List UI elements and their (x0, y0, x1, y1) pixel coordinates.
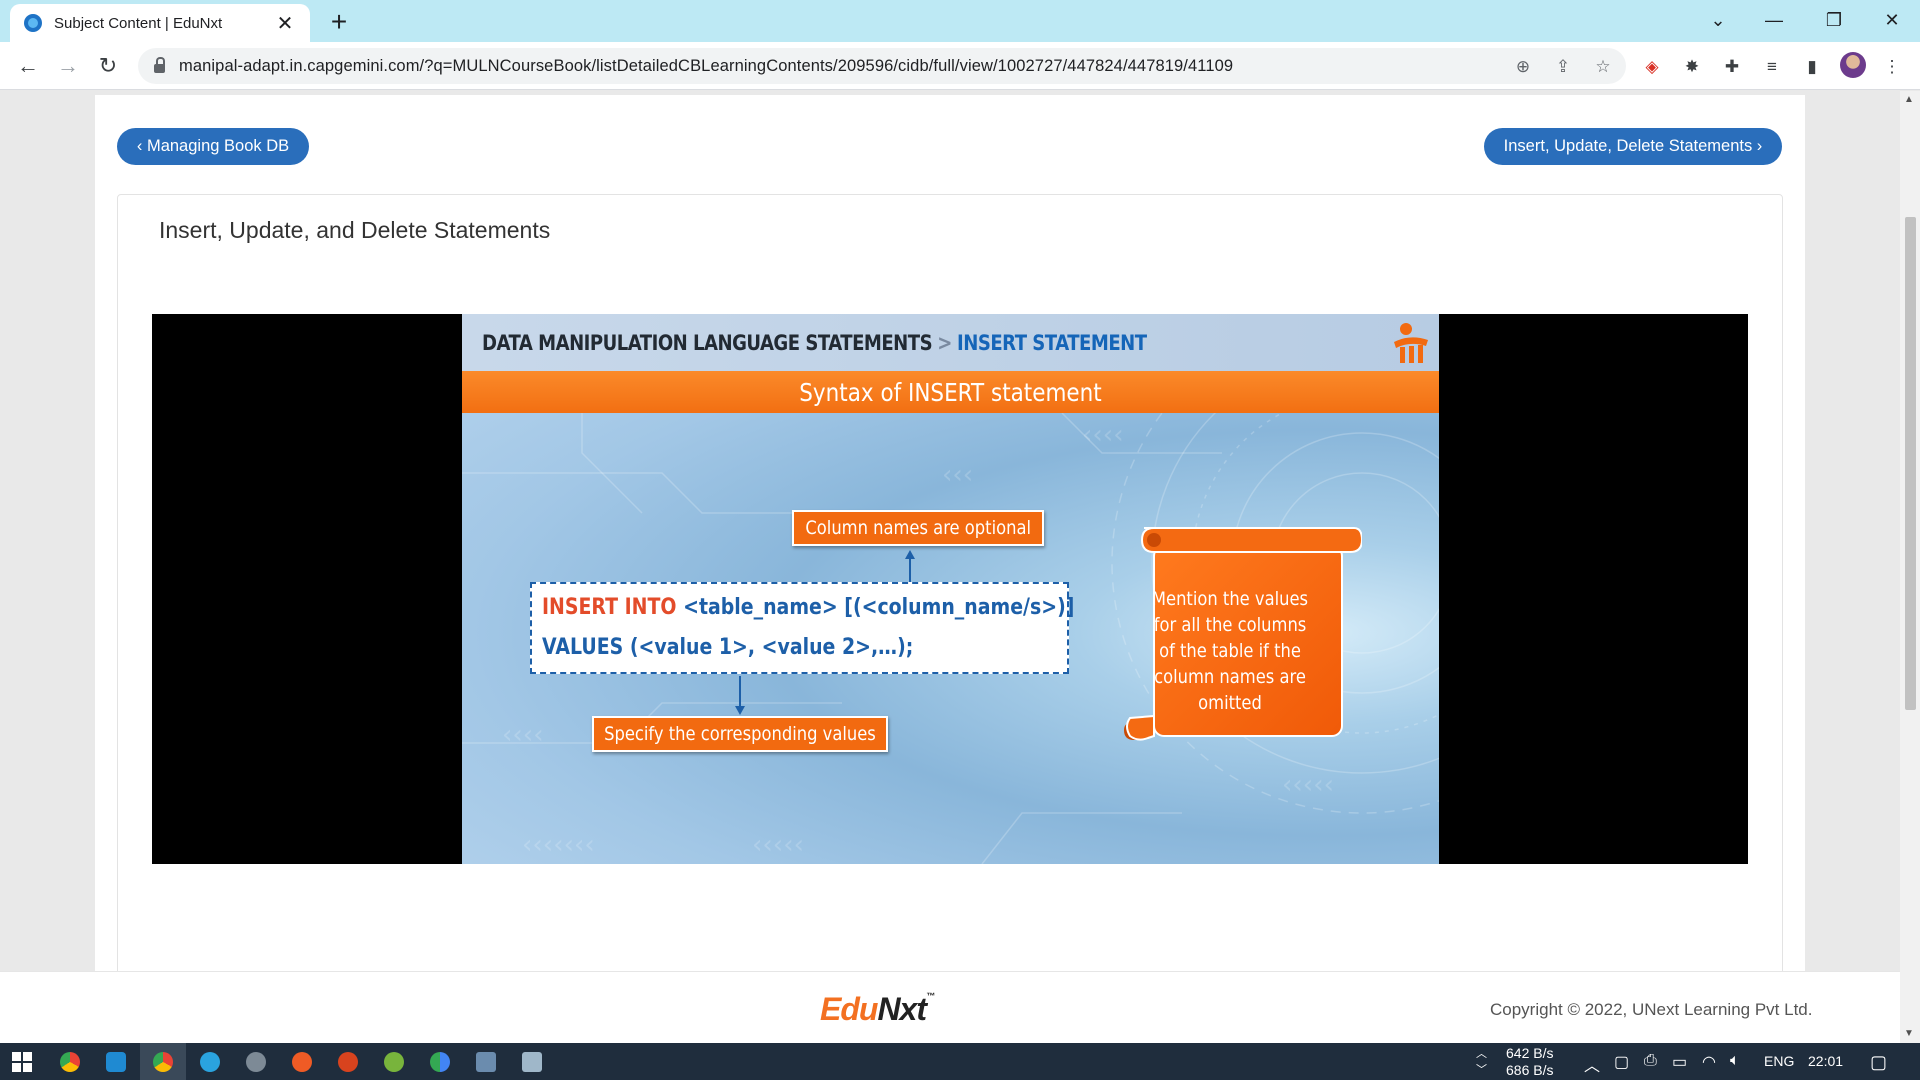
callout-column-names-optional: Column names are optional (792, 510, 1044, 546)
edunxt-favicon-icon (24, 14, 42, 32)
tab-strip: Subject Content | EduNxt ✕ + ⌄ — ❐ ✕ (0, 0, 1920, 42)
pocket-extension-icon[interactable]: ◈ (1640, 55, 1664, 79)
notifications-icon[interactable]: ▢ (1870, 1052, 1887, 1073)
scroll-note-text: Mention the values for all the columns o… (1151, 588, 1309, 714)
svg-text:‹‹‹‹: ‹‹‹‹ (1082, 420, 1124, 450)
wifi-icon[interactable]: ◠ (1702, 1052, 1716, 1072)
scroll-down-arrow-icon[interactable]: ▼ (1904, 1028, 1914, 1039)
syntax-box: INSERT INTO <table_name> [(<column_name/… (530, 582, 1074, 674)
svg-text:‹‹‹‹‹: ‹‹‹‹‹ (752, 830, 804, 860)
svg-text:‹‹‹‹‹: ‹‹‹‹‹ (1282, 770, 1334, 800)
callout-specify-values: Specify the corresponding values (592, 716, 888, 752)
slide-header: DATA MANIPULATION LANGUAGE STATEMENTS > IN… (462, 314, 1439, 371)
reload-icon[interactable]: ↻ (92, 50, 124, 82)
vscode-taskbar-icon[interactable] (102, 1048, 130, 1076)
forward-arrow-icon[interactable]: → (52, 50, 84, 82)
logo-edu-text: Edu (820, 991, 878, 1027)
tool-taskbar-icon[interactable] (242, 1048, 270, 1076)
side-panel-icon[interactable]: ▮ (1800, 55, 1824, 79)
svg-text:‹‹‹‹: ‹‹‹‹ (502, 720, 544, 750)
lock-icon (154, 56, 165, 73)
url-text: manipal-adapt.in.capgemini.com/?q=MULNCo… (179, 56, 1234, 75)
address-bar[interactable]: manipal-adapt.in.capgemini.com/?q=MULNCo… (138, 48, 1626, 84)
share-icon[interactable]: ⇪ (1552, 56, 1574, 78)
postman-taskbar-icon[interactable] (288, 1048, 316, 1076)
telegram-taskbar-icon[interactable] (196, 1048, 224, 1076)
slide-logo-icon (1394, 323, 1428, 363)
zoom-icon[interactable]: ⊕ (1512, 56, 1534, 78)
bookmark-star-icon[interactable]: ☆ (1592, 56, 1614, 78)
image-app-taskbar-icon[interactable] (518, 1048, 546, 1076)
logo-trademark: ™ (926, 991, 935, 1001)
syntax-line-2: VALUES (<value 1>, <value 2>,…); (542, 635, 914, 660)
content-top-strip (95, 91, 1805, 100)
svg-text:‹‹‹‹‹‹‹: ‹‹‹‹‹‹‹ (522, 830, 595, 860)
next-lesson-button[interactable]: Insert, Update, Delete Statements › (1484, 128, 1782, 165)
meet-now-icon[interactable]: ⎙ (1644, 1052, 1657, 1070)
kebab-menu-icon[interactable]: ⋮ (1880, 55, 1904, 79)
puzzle-extensions-icon[interactable]: ✚ (1720, 55, 1744, 79)
arrow-up-icon (905, 550, 915, 559)
chrome-active-taskbar-icon[interactable] (149, 1048, 177, 1076)
callout-top-text: Column names are optional (805, 517, 1031, 539)
prev-lesson-button[interactable]: ‹ Managing Book DB (117, 128, 309, 165)
minimize-button[interactable]: — (1746, 0, 1802, 40)
tray-window-icon[interactable]: ▢ (1614, 1052, 1629, 1072)
profile-avatar[interactable] (1840, 52, 1866, 78)
tab-search-chevron-icon[interactable]: ⌄ (1690, 0, 1746, 40)
slide-title-banner: Syntax of INSERT statement (462, 371, 1439, 413)
copyright-text: Copyright © 2022, UNext Learning Pvt Ltd… (1490, 1000, 1813, 1019)
net-up-speed: 642 B/s (1506, 1045, 1554, 1061)
volume-icon[interactable]: 🔈︎ (1730, 1052, 1740, 1070)
browser-tab[interactable]: Subject Content | EduNxt ✕ (10, 4, 310, 42)
close-tab-icon[interactable]: ✕ (274, 11, 296, 36)
edunxt-logo[interactable]: EduNxt™ (820, 991, 935, 1028)
reading-list-icon[interactable]: ≡ (1760, 55, 1784, 79)
windows-start-icon[interactable] (8, 1048, 36, 1076)
restore-button[interactable]: ❐ (1806, 0, 1862, 40)
syntax-keyword: INSERT INTO (542, 595, 677, 620)
show-hidden-icons-chevron-icon[interactable]: ︿ (1584, 1052, 1600, 1076)
slide-header-sub: INSERT STATEMENT (957, 331, 1147, 355)
svg-text:‹‹‹: ‹‹‹ (942, 460, 973, 490)
clock-time[interactable]: 22:01 (1808, 1053, 1843, 1069)
chrome-taskbar-icon[interactable] (56, 1048, 84, 1076)
tab-title: Subject Content | EduNxt (54, 14, 223, 32)
chrome-alt-taskbar-icon[interactable] (426, 1048, 454, 1076)
callout-bottom-text: Specify the corresponding values (604, 723, 876, 745)
extension-icon[interactable]: ✸ (1680, 55, 1704, 79)
back-arrow-icon[interactable]: ← (12, 50, 44, 82)
close-window-button[interactable]: ✕ (1864, 0, 1920, 40)
arrow-down-line (739, 676, 741, 710)
net-up-arrow-icon: ︿ (1476, 1048, 1487, 1060)
battery-icon[interactable]: ▭ (1672, 1052, 1687, 1072)
new-tab-button[interactable]: + (324, 6, 354, 38)
syntax-line-1: INSERT INTO <table_name> [(<column_name/… (542, 595, 1074, 620)
arrow-down-icon (735, 706, 745, 715)
net-down-arrow-icon: ﹀ (1476, 1064, 1487, 1076)
net-down-speed: 686 B/s (1506, 1062, 1554, 1078)
browser-toolbar: ← → ↻ manipal-adapt.in.capgemini.com/?q=… (0, 42, 1920, 90)
slide-banner-text: Syntax of INSERT statement (799, 377, 1102, 407)
logo-nxt-text: Nxt (877, 991, 927, 1027)
syntax-table-part: <table_name> [(<column_name/s>)] (676, 595, 1075, 620)
slide-header-text: DATA MANIPULATION LANGUAGE STATEMENTS > IN… (482, 331, 1147, 355)
language-indicator[interactable]: ENG (1764, 1053, 1794, 1069)
slide-header-main: DATA MANIPULATION LANGUAGE STATEMENTS (482, 331, 933, 355)
utorrent-taskbar-icon[interactable] (380, 1048, 408, 1076)
p-app-taskbar-icon[interactable] (334, 1048, 362, 1076)
scrollbar-thumb[interactable] (1905, 217, 1916, 710)
slide-header-separator: > (937, 331, 952, 355)
lesson-title: Insert, Update, and Delete Statements (159, 217, 551, 243)
window-app-taskbar-icon[interactable] (472, 1048, 500, 1076)
scroll-up-arrow-icon[interactable]: ▲ (1904, 94, 1914, 105)
